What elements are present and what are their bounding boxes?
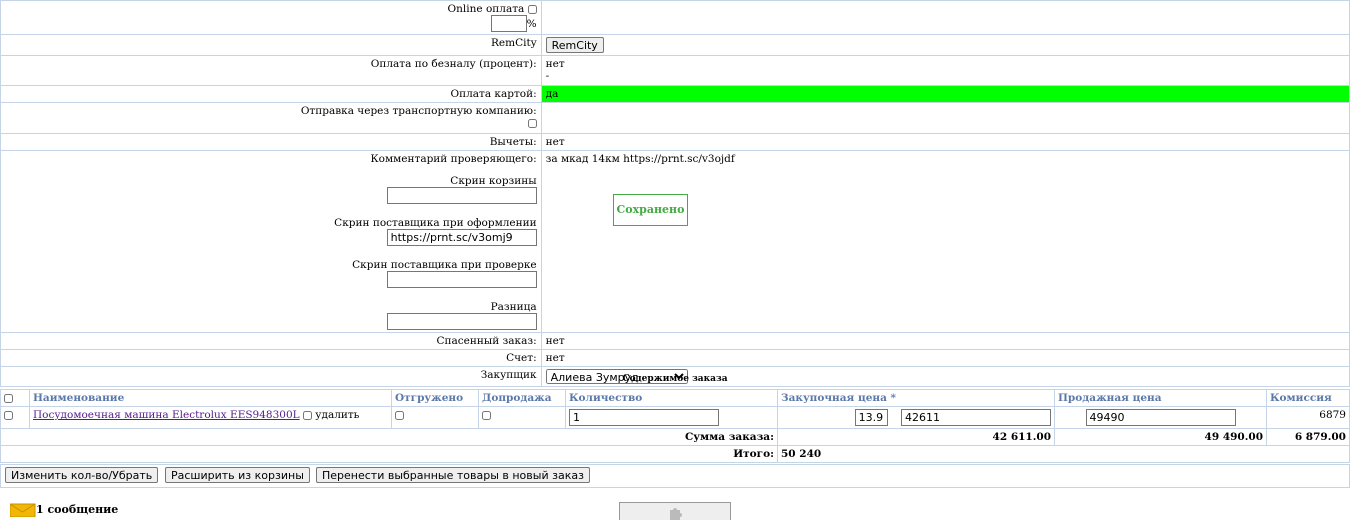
item-name-link[interactable]: Посудомоечная машина Electrolux EES94830… (33, 409, 300, 421)
saved-indicator: Сохранено (613, 194, 688, 226)
sale-price-input[interactable] (1085, 409, 1236, 426)
comment-label: Комментарий проверяющего: (370, 153, 537, 165)
percent-suffix: % (526, 18, 537, 30)
col-name: Наименование (29, 389, 392, 407)
shipped-checkbox[interactable] (395, 410, 404, 420)
total-value: 50 240 (777, 445, 1350, 463)
comment-value: за мкад 14км https://prnt.sc/v3ojdf (545, 153, 735, 165)
messages-notice[interactable]: 1 сообщение (9, 503, 119, 518)
order-items-table: Наименование Отгружено Допродажа Количес… (0, 389, 1350, 463)
move-to-new-order-button[interactable]: Перенести выбранные товары в новый заказ (316, 467, 590, 483)
remcity-label: RemCity (491, 37, 537, 49)
online-payment-label: Online оплата (447, 3, 525, 15)
col-quantity: Количество (565, 389, 778, 407)
check-screen-label: Скрин поставщика при проверке (352, 259, 537, 271)
card-payment-value: да (545, 88, 559, 100)
transport-label: Отправка через транспортную компанию: (300, 105, 537, 117)
deductions-label: Вычеты: (489, 136, 537, 148)
cart-screen-input[interactable] (386, 187, 537, 204)
cashless-value: нет (545, 58, 565, 70)
invoice-value: нет (545, 352, 565, 364)
order-content-title: Содержимое заказа (622, 374, 728, 384)
delete-label: удалить (315, 409, 360, 421)
invoice-label: Счет: (506, 352, 537, 364)
commission-value: 6879 (1266, 406, 1350, 429)
puzzle-icon (670, 508, 682, 520)
card-payment-status: да (540, 85, 1351, 103)
upsell-checkbox[interactable] (482, 410, 491, 420)
cart-screen-label: Скрин корзины (450, 175, 537, 187)
select-all-checkbox[interactable] (4, 393, 13, 403)
puzzle-widget[interactable] (619, 502, 731, 520)
remcity-button[interactable]: RemCity (545, 37, 604, 53)
col-commission: Комиссия (1266, 389, 1350, 407)
sum-purchase: 42 611.00 (777, 428, 1055, 446)
expand-from-cart-button[interactable]: Расширить из корзины (165, 467, 310, 483)
saved-order-value: нет (545, 335, 565, 347)
difference-label: Разница (490, 301, 537, 313)
sum-label: Сумма заказа: (0, 428, 778, 446)
cashless-label: Оплата по безналу (процент): (370, 58, 537, 70)
purchase-price-input[interactable] (901, 409, 1051, 426)
supplier-screen-label: Скрин поставщика при оформлении (334, 217, 537, 229)
change-quantity-button[interactable]: Изменить кол-во/Убрать (5, 467, 159, 483)
card-payment-label: Оплата картой: (450, 88, 537, 100)
supplier-screen-input[interactable] (386, 229, 537, 246)
online-payment-checkbox[interactable] (527, 4, 537, 14)
deductions-value: нет (545, 136, 565, 148)
delete-checkbox[interactable] (302, 410, 312, 420)
rate-input[interactable] (854, 409, 888, 426)
col-sale-price: Продажная цена (1054, 389, 1267, 407)
difference-input[interactable] (386, 313, 537, 330)
item-checkbox[interactable] (4, 410, 13, 420)
col-shipped: Отгружено (391, 389, 479, 407)
transport-checkbox[interactable] (527, 118, 537, 128)
total-label: Итого: (0, 445, 778, 463)
cashless-value2: - (545, 70, 550, 82)
saved-order-label: Спасенный заказ: (436, 335, 537, 347)
actions-bar: Изменить кол-во/Убрать Расширить из корз… (0, 464, 1350, 488)
online-percent-input[interactable] (490, 15, 527, 32)
envelope-icon (9, 503, 36, 518)
col-purchase-price: Закупочная цена * (777, 389, 1055, 407)
sum-sale: 49 490.00 (1054, 428, 1267, 446)
sum-commission: 6 879.00 (1266, 428, 1350, 446)
table-row: Посудомоечная машина Electrolux EES94830… (0, 406, 1350, 429)
check-screen-input[interactable] (386, 271, 537, 288)
col-upsell: Допродажа (478, 389, 566, 407)
quantity-input[interactable] (569, 409, 719, 426)
messages-text: 1 сообщение (36, 503, 119, 516)
